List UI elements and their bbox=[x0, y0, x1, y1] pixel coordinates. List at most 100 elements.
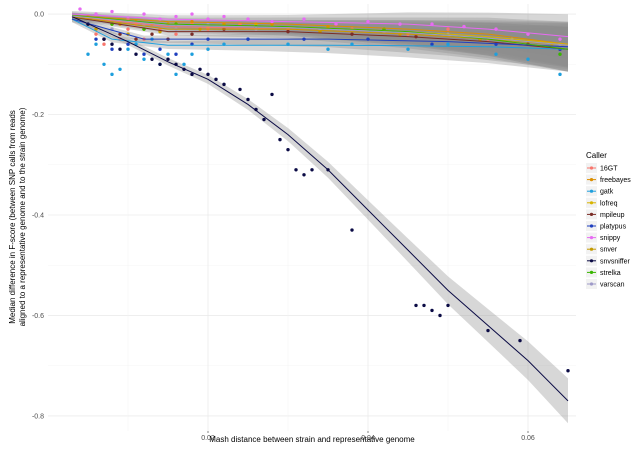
legend-label-gatk: gatk bbox=[600, 189, 614, 196]
data-point-gatk-20 bbox=[406, 47, 410, 51]
y-axis-ticks: 0.0 -0.2 -0.4 -0.6 -0.8 bbox=[32, 12, 44, 421]
legend-key-point-3 bbox=[589, 201, 594, 205]
data-point-platypus-1 bbox=[110, 47, 114, 51]
data-point-gatk-10 bbox=[166, 52, 170, 56]
data-point-snippy-4 bbox=[142, 12, 146, 16]
data-point-gatk-13 bbox=[190, 52, 194, 56]
legend: Caller 16GT freebayes gatk lofreq mpileup pla… bbox=[586, 151, 631, 289]
data-point-snvsniffer-27 bbox=[414, 303, 418, 308]
data-point-snvsniffer-11 bbox=[198, 67, 202, 72]
data-point-snvsniffer-30 bbox=[438, 313, 442, 318]
data-point-snvsniffer-18 bbox=[262, 117, 266, 122]
data-point-snvsniffer-12 bbox=[206, 72, 210, 77]
data-point-snvsniffer-2 bbox=[110, 42, 114, 46]
legend-label-freebayes: freebayes bbox=[600, 177, 631, 184]
data-point-snvsniffer-1 bbox=[102, 37, 106, 41]
data-point-gatk-21 bbox=[446, 42, 450, 46]
legend-key-point-6 bbox=[589, 236, 594, 240]
y-tick-label-1: -0.2 bbox=[32, 112, 44, 119]
data-point-16GT-9 bbox=[174, 32, 178, 36]
data-point-snvsniffer-33 bbox=[518, 338, 522, 343]
x-axis-title: Mash distance between strain and represe… bbox=[209, 435, 415, 444]
legend-label-platypus: platypus bbox=[600, 224, 627, 231]
legend-key-point-8 bbox=[589, 259, 594, 263]
y-axis-title: Median difference in F-score (between SN… bbox=[8, 107, 27, 326]
data-point-gatk-7 bbox=[142, 57, 146, 61]
legend-key-point-5 bbox=[589, 224, 594, 228]
legend-key-point-1 bbox=[589, 178, 594, 182]
legend-label-varscan: varscan bbox=[600, 282, 625, 289]
data-point-snvsniffer-34 bbox=[566, 369, 570, 373]
data-point-gatk-2 bbox=[102, 62, 106, 66]
y-axis-title-line-2: aligned to a representative genome and t… bbox=[18, 107, 27, 326]
data-point-mpileup-4 bbox=[150, 32, 154, 36]
legend-label-strelka: strelka bbox=[600, 270, 621, 277]
data-point-snippy-12 bbox=[302, 17, 306, 21]
data-point-snvsniffer-13 bbox=[214, 77, 218, 82]
scatter-chart: 0.0-0.2-0.4-0.6-0.8 0.02 0.04 0.06 Mash di… bbox=[8, 4, 631, 444]
data-point-platypus-11 bbox=[430, 42, 434, 46]
data-point-snippy-6 bbox=[174, 14, 178, 19]
data-point-16GT-5 bbox=[126, 27, 130, 31]
legend-label-mpileup: mpileup bbox=[600, 212, 625, 219]
data-point-snvsniffer-19 bbox=[270, 92, 274, 97]
data-point-snvsniffer-29 bbox=[430, 308, 434, 313]
data-point-mpileup-6 bbox=[190, 32, 194, 36]
legend-label-snvsniffer: snvsniffer bbox=[600, 258, 630, 265]
data-point-mpileup-3 bbox=[134, 37, 138, 41]
data-point-snvsniffer-23 bbox=[302, 173, 306, 177]
data-point-snvsniffer-3 bbox=[118, 47, 122, 51]
plot-panel bbox=[48, 4, 576, 431]
data-point-snippy-20 bbox=[558, 37, 562, 41]
data-point-gatk-0 bbox=[86, 52, 90, 56]
legend-label-snippy: snippy bbox=[600, 235, 621, 242]
data-point-snvsniffer-4 bbox=[134, 52, 138, 56]
legend-key-point-2 bbox=[589, 189, 594, 193]
data-point-gatk-12 bbox=[182, 62, 186, 66]
legend-label-16GT: 16GT bbox=[600, 166, 618, 173]
data-point-gatk-22 bbox=[494, 52, 498, 56]
data-point-snvsniffer-21 bbox=[286, 147, 290, 152]
legend-key-point-0 bbox=[589, 166, 594, 170]
data-point-gatk-18 bbox=[326, 47, 330, 51]
data-point-snvsniffer-6 bbox=[158, 62, 162, 66]
data-point-snvsniffer-28 bbox=[422, 303, 426, 308]
data-point-platypus-0 bbox=[94, 37, 98, 41]
data-point-platypus-3 bbox=[142, 52, 146, 56]
data-point-snippy-2 bbox=[110, 9, 114, 14]
y-axis-title-line-1: Median difference in F-score (between SN… bbox=[8, 110, 17, 324]
data-point-16GT-16 bbox=[446, 27, 450, 31]
data-point-snvsniffer-24 bbox=[310, 168, 314, 172]
data-point-snvsniffer-16 bbox=[246, 97, 250, 102]
data-point-gatk-11 bbox=[174, 72, 178, 77]
data-point-snvsniffer-20 bbox=[278, 137, 282, 142]
data-point-platypus-4 bbox=[158, 47, 162, 51]
data-point-gatk-14 bbox=[206, 47, 210, 51]
data-point-gatk-24 bbox=[558, 72, 562, 77]
data-point-gatk-4 bbox=[118, 67, 122, 72]
data-point-snvsniffer-7 bbox=[166, 57, 170, 61]
data-point-strelka-10 bbox=[558, 52, 562, 56]
legend-key-point-10 bbox=[589, 282, 594, 286]
data-point-snvsniffer-32 bbox=[486, 328, 490, 333]
x-tick-label-2: 0.06 bbox=[521, 435, 535, 442]
data-point-snvsniffer-5 bbox=[150, 57, 154, 61]
data-point-platypus-2 bbox=[126, 42, 130, 46]
data-point-16GT-2 bbox=[102, 42, 106, 46]
y-tick-label-4: -0.8 bbox=[32, 413, 44, 420]
legend-title: Caller bbox=[586, 151, 607, 160]
legend-key-point-9 bbox=[589, 270, 594, 274]
legend-key-point-4 bbox=[589, 212, 594, 216]
data-point-gatk-3 bbox=[110, 72, 114, 77]
data-point-gatk-23 bbox=[526, 57, 530, 61]
legend-key-point-7 bbox=[589, 247, 594, 251]
data-point-snvsniffer-31 bbox=[446, 303, 450, 308]
y-tick-label-3: -0.6 bbox=[32, 313, 44, 320]
data-point-snippy-0 bbox=[78, 7, 82, 11]
data-point-gatk-1 bbox=[94, 42, 98, 46]
data-point-gatk-5 bbox=[126, 47, 130, 51]
data-point-snippy-7 bbox=[190, 12, 194, 16]
data-point-platypus-5 bbox=[174, 52, 178, 56]
y-tick-label-0: 0.0 bbox=[34, 12, 44, 19]
data-point-snvsniffer-22 bbox=[294, 168, 298, 172]
